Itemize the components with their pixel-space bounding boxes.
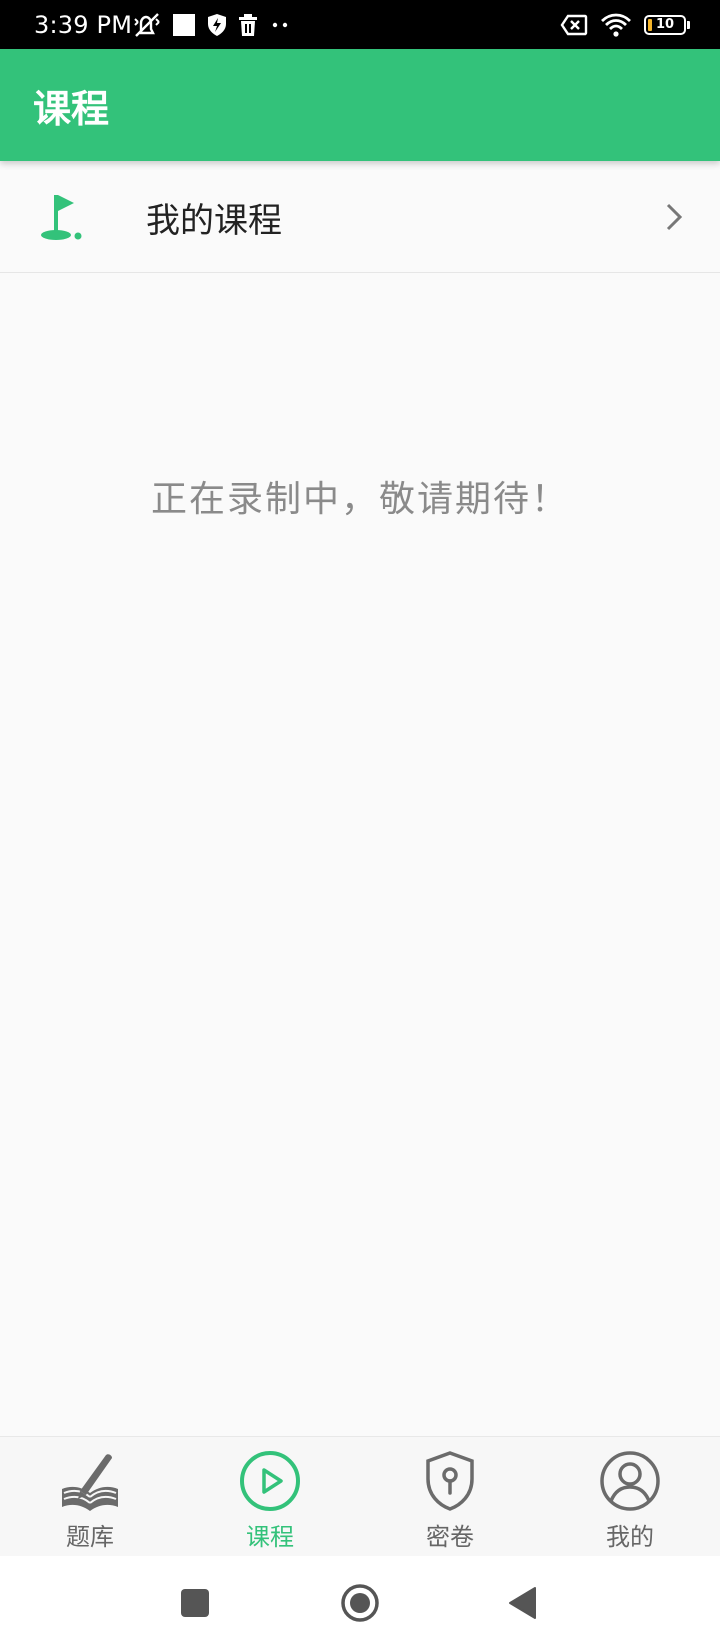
- nav-item-courses[interactable]: 课程: [180, 1437, 360, 1556]
- status-time: 3:39 PM: [34, 10, 133, 39]
- square-icon: [181, 1589, 209, 1617]
- book-pencil-icon: [58, 1449, 122, 1513]
- back-triangle-icon: [509, 1587, 536, 1619]
- wifi-icon: [600, 12, 632, 38]
- nav-label: 我的: [606, 1523, 654, 1551]
- more-dots-icon: [268, 20, 292, 30]
- nav-item-secret-papers[interactable]: 密卷: [360, 1437, 540, 1556]
- nav-item-question-bank[interactable]: 题库: [0, 1437, 180, 1556]
- home-button[interactable]: [320, 1556, 400, 1650]
- nav-label: 密卷: [426, 1523, 474, 1551]
- no-sim-icon: [560, 14, 588, 36]
- bottom-nav: 题库 课程 密卷 我的: [0, 1436, 720, 1556]
- nav-item-profile[interactable]: 我的: [540, 1437, 720, 1556]
- my-course-label: 我的课程: [146, 200, 282, 241]
- user-circle-icon: [598, 1449, 662, 1513]
- my-course-row[interactable]: 我的课程: [0, 161, 720, 273]
- status-left-icons: [132, 0, 292, 49]
- chevron-right-icon: [666, 203, 683, 231]
- app-bar: 课程: [0, 49, 720, 161]
- battery-level: 10: [655, 17, 675, 32]
- play-circle-icon: [238, 1449, 302, 1513]
- square-notification-icon: [172, 13, 196, 37]
- nav-label: 题库: [66, 1523, 114, 1551]
- nav-label: 课程: [246, 1523, 294, 1551]
- status-right-icons: 10: [560, 0, 690, 49]
- trash-icon: [238, 13, 258, 37]
- page-title: 课程: [33, 86, 110, 131]
- golf-flag-icon: [41, 195, 82, 240]
- home-circle-icon: [341, 1584, 379, 1622]
- back-button[interactable]: [482, 1556, 562, 1650]
- battery-icon: 10: [644, 14, 690, 35]
- shield-bolt-icon: [206, 13, 228, 37]
- status-bar: 3:39 PM 10: [0, 0, 720, 49]
- empty-state-message: 正在录制中，敬请期待！: [150, 479, 569, 520]
- mute-vibrate-icon: [132, 11, 162, 39]
- system-nav-bar: [0, 1556, 720, 1650]
- recents-button[interactable]: [155, 1556, 235, 1650]
- shield-keyhole-icon: [418, 1449, 482, 1513]
